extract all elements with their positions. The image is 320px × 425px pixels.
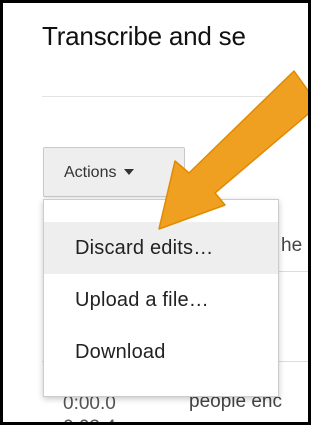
menu-item-download[interactable]: Download <box>44 326 278 378</box>
title-divider <box>42 96 308 97</box>
page-title: Transcribe and se <box>42 21 246 51</box>
actions-dropdown-menu: Discard edits… Upload a file… Download <box>43 199 279 397</box>
screenshot-frame: Transcribe and se Actions he 0:00.0 0:03… <box>0 0 311 425</box>
actions-button[interactable]: Actions <box>43 147 185 197</box>
caret-down-icon <box>124 168 135 175</box>
menu-item-upload-file[interactable]: Upload a file… <box>44 274 278 326</box>
table-header-partial: he <box>281 235 303 256</box>
actions-button-label: Actions <box>64 164 117 181</box>
caption-timestamp: 0:03.4 <box>63 417 116 422</box>
menu-item-discard-edits[interactable]: Discard edits… <box>44 222 278 274</box>
